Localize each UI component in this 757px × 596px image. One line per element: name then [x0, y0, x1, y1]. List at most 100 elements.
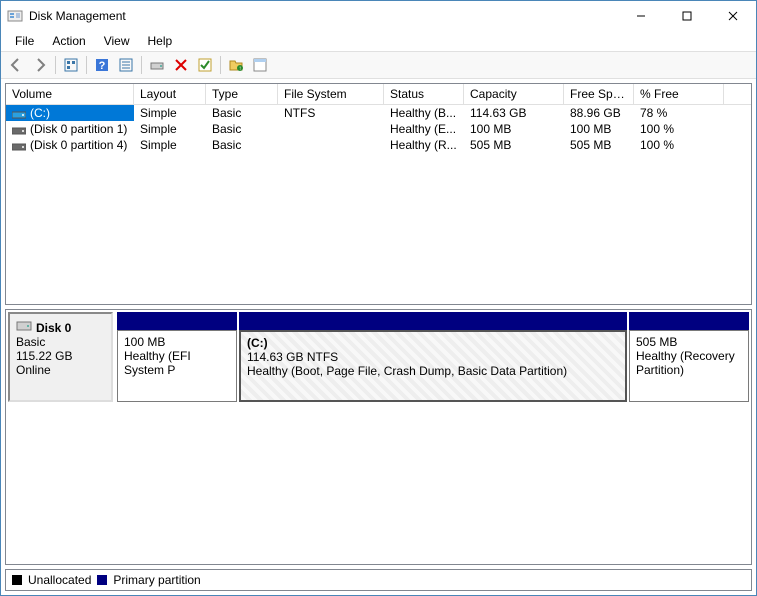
cell: Healthy (B... [384, 105, 464, 121]
cell: 505 MB [564, 137, 634, 153]
partition-size: 100 MB [124, 335, 165, 349]
drive-button[interactable] [146, 54, 168, 76]
menu-view[interactable]: View [96, 32, 138, 50]
volume-list[interactable]: Volume Layout Type File System Status Ca… [5, 83, 752, 305]
cell: Basic [206, 137, 278, 153]
maximize-button[interactable] [664, 1, 710, 31]
drive-icon [12, 141, 26, 151]
help-button[interactable]: ? [91, 54, 113, 76]
cell: 78 % [634, 105, 724, 121]
partition-body: 505 MBHealthy (Recovery Partition) [629, 330, 749, 402]
partition-status: Healthy (Recovery Partition) [636, 349, 735, 377]
toolbar-separator [220, 56, 221, 74]
col-pfree[interactable]: % Free [634, 84, 724, 104]
disk-state: Online [16, 363, 105, 377]
forward-button[interactable] [29, 54, 51, 76]
partition-block[interactable]: 505 MBHealthy (Recovery Partition) [629, 312, 749, 402]
cell: 100 MB [564, 121, 634, 137]
partition-size: 114.63 GB NTFS [247, 350, 338, 364]
check-button[interactable] [194, 54, 216, 76]
settings-button[interactable] [60, 54, 82, 76]
col-type[interactable]: Type [206, 84, 278, 104]
folder-button[interactable]: ↑ [225, 54, 247, 76]
legend-unallocated: Unallocated [28, 573, 91, 587]
cell: Basic [206, 105, 278, 121]
table-row[interactable]: (Disk 0 partition 1)SimpleBasicHealthy (… [6, 121, 751, 137]
cell: 505 MB [464, 137, 564, 153]
cell [278, 121, 384, 137]
table-row[interactable]: (Disk 0 partition 4)SimpleBasic Healthy (… [6, 137, 751, 153]
toolbar-separator [141, 56, 142, 74]
cell: Healthy (R... [384, 137, 464, 153]
col-layout[interactable]: Layout [134, 84, 206, 104]
cell: Simple [134, 105, 206, 121]
disk-graphic-pane: Disk 0 Basic 115.22 GB Online 100 MBHeal… [5, 309, 752, 565]
cell: 100 MB [464, 121, 564, 137]
col-capacity[interactable]: Capacity [464, 84, 564, 104]
close-button[interactable] [710, 1, 756, 31]
volume-list-header: Volume Layout Type File System Status Ca… [6, 84, 751, 105]
minimize-button[interactable] [618, 1, 664, 31]
legend: Unallocated Primary partition [5, 569, 752, 591]
cell: (Disk 0 partition 4) [6, 137, 134, 153]
cell: Simple [134, 137, 206, 153]
partition-header-bar [239, 312, 627, 330]
unallocated-swatch [12, 575, 22, 585]
disk-label[interactable]: Disk 0 Basic 115.22 GB Online [8, 312, 113, 402]
cell: 114.63 GB [464, 105, 564, 121]
cell [278, 137, 384, 153]
partition-title: (C:) [247, 336, 268, 350]
table-row[interactable]: (C:)SimpleBasicNTFSHealthy (B...114.63 G… [6, 105, 751, 121]
toolbar-separator [55, 56, 56, 74]
partition-header-bar [629, 312, 749, 330]
disk-type: Basic [16, 335, 105, 349]
partition-header-bar [117, 312, 237, 330]
legend-primary: Primary partition [113, 573, 200, 587]
col-volume[interactable]: Volume [6, 84, 134, 104]
cell: 100 % [634, 137, 724, 153]
menu-help[interactable]: Help [140, 32, 181, 50]
toolbar-separator [86, 56, 87, 74]
primary-swatch [97, 575, 107, 585]
window: Disk Management File Action View Help ? … [0, 0, 757, 596]
app-icon [7, 8, 23, 24]
partition-status: Healthy (Boot, Page File, Crash Dump, Ba… [247, 364, 567, 378]
partition-body: 100 MBHealthy (EFI System P [117, 330, 237, 402]
delete-button[interactable] [170, 54, 192, 76]
menu-file[interactable]: File [7, 32, 42, 50]
titlebar: Disk Management [1, 1, 756, 31]
partition-block[interactable]: 100 MBHealthy (EFI System P [117, 312, 237, 402]
partition-size: 505 MB [636, 335, 677, 349]
cell: Healthy (E... [384, 121, 464, 137]
partition-body: (C:)114.63 GB NTFSHealthy (Boot, Page Fi… [239, 330, 627, 402]
cell: 88.96 GB [564, 105, 634, 121]
window-controls [618, 1, 756, 31]
drive-icon [12, 109, 26, 119]
content-area: Volume Layout Type File System Status Ca… [1, 79, 756, 595]
menubar: File Action View Help [1, 31, 756, 51]
menu-action[interactable]: Action [44, 32, 93, 50]
disk-icon [16, 320, 32, 335]
window-title: Disk Management [29, 9, 618, 23]
disk-name: Disk 0 [36, 321, 71, 335]
svg-text:↑: ↑ [239, 66, 242, 72]
list-button[interactable] [115, 54, 137, 76]
toolbar: ? ↑ [1, 51, 756, 79]
cell: (C:) [6, 105, 134, 121]
back-button[interactable] [5, 54, 27, 76]
cell: NTFS [278, 105, 384, 121]
disk-row: Disk 0 Basic 115.22 GB Online 100 MBHeal… [8, 312, 749, 402]
partition-status: Healthy (EFI System P [124, 349, 191, 377]
cell: 100 % [634, 121, 724, 137]
drive-icon [12, 125, 26, 135]
col-free[interactable]: Free Spa... [564, 84, 634, 104]
partition-block[interactable]: (C:)114.63 GB NTFSHealthy (Boot, Page Fi… [239, 312, 627, 402]
col-status[interactable]: Status [384, 84, 464, 104]
properties-button[interactable] [249, 54, 271, 76]
volume-list-body: (C:)SimpleBasicNTFSHealthy (B...114.63 G… [6, 105, 751, 153]
cell: (Disk 0 partition 1) [6, 121, 134, 137]
svg-text:?: ? [99, 60, 106, 72]
col-filesystem[interactable]: File System [278, 84, 384, 104]
disk-size: 115.22 GB [16, 349, 105, 363]
disk-partitions: 100 MBHealthy (EFI System P(C:)114.63 GB… [117, 312, 749, 402]
